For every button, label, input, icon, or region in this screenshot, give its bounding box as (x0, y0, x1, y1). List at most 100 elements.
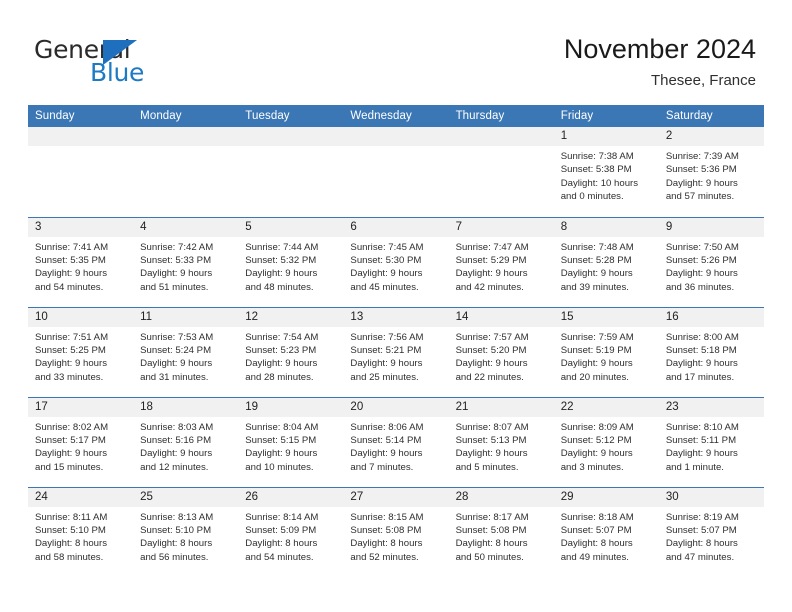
calendar-week-row: 3 Sunrise: 7:41 AM Sunset: 5:35 PM Daylight… (28, 216, 764, 307)
calendar-day-cell[interactable]: 18 Sunrise: 8:03 AM Sunset: 5:16 PM Dayligh… (133, 396, 239, 487)
day-cell-inner: 3 Sunrise: 7:41 AM Sunset: 5:35 PM Daylight… (28, 217, 134, 307)
sunrise-text: Sunrise: 8:04 AM (245, 421, 319, 433)
calendar-day-cell[interactable]: 14 Sunrise: 7:57 AM Sunset: 5:20 PM Dayligh… (448, 306, 554, 397)
day-number: 24 (28, 487, 134, 507)
sunrise-text: Sunrise: 7:47 AM (455, 241, 529, 253)
sunrise-text: Sunrise: 8:11 AM (35, 511, 108, 523)
calendar-day-cell[interactable]: 12 Sunrise: 7:54 AM Sunset: 5:23 PM Dayligh… (238, 306, 344, 397)
day-details: Sunrise: 8:13 AM Sunset: 5:10 PM Daylight:… (133, 507, 238, 565)
day-details: Sunrise: 7:56 AM Sunset: 5:21 PM Daylight:… (343, 327, 448, 385)
day-number: 28 (448, 487, 554, 507)
calendar-day-cell[interactable]: 5 Sunrise: 7:44 AM Sunset: 5:32 PM Daylight… (238, 216, 344, 307)
sunrise-text: Sunrise: 7:53 AM (140, 331, 214, 343)
calendar-day-cell[interactable]: 16 Sunrise: 8:00 AM Sunset: 5:18 PM Dayligh… (658, 306, 764, 397)
calendar-week-row: 10 Sunrise: 7:51 AM Sunset: 5:25 PM Dayligh… (28, 306, 764, 397)
day-details: Sunrise: 8:02 AM Sunset: 5:17 PM Daylight:… (28, 417, 133, 475)
sunrise-text: Sunrise: 7:50 AM (665, 241, 739, 253)
calendar-day-cell[interactable]: 22 Sunrise: 8:09 AM Sunset: 5:12 PM Dayligh… (553, 396, 659, 487)
calendar-day-cell[interactable]: 11 Sunrise: 7:53 AM Sunset: 5:24 PM Dayligh… (133, 306, 239, 397)
day-details: Sunrise: 7:57 AM Sunset: 5:20 PM Daylight:… (449, 327, 554, 385)
calendar-day-cell[interactable]: 26 Sunrise: 8:14 AM Sunset: 5:09 PM Dayligh… (238, 486, 344, 578)
calendar-day-cell[interactable]: 4 Sunrise: 7:42 AM Sunset: 5:33 PM Daylight… (133, 216, 239, 307)
daylight-text: Daylight: 8 hours (140, 538, 213, 550)
calendar-day-cell[interactable]: 10 Sunrise: 7:51 AM Sunset: 5:25 PM Dayligh… (28, 306, 134, 397)
sunset-text: Sunset: 5:29 PM (455, 254, 527, 266)
day-details: Sunrise: 8:07 AM Sunset: 5:13 PM Daylight:… (449, 417, 554, 475)
day-number: 2 (658, 127, 764, 146)
day-cell-inner (448, 127, 554, 217)
day-number: 27 (343, 487, 449, 507)
day-number: 11 (133, 307, 239, 327)
day-cell-inner: 26 Sunrise: 8:14 AM Sunset: 5:09 PM Dayligh… (238, 487, 344, 578)
day-cell-inner: 18 Sunrise: 8:03 AM Sunset: 5:16 PM Dayligh… (133, 397, 239, 487)
sunset-text: Sunset: 5:08 PM (350, 524, 422, 536)
day-details: Sunrise: 7:51 AM Sunset: 5:25 PM Daylight:… (28, 327, 133, 385)
daylight-text-cont: and 56 minutes. (140, 551, 209, 563)
calendar-week-row: 17 Sunrise: 8:02 AM Sunset: 5:17 PM Dayligh… (28, 396, 764, 487)
daylight-text-cont: and 47 minutes. (665, 551, 735, 563)
day-number (343, 127, 449, 146)
daylight-text-cont: and 12 minutes. (140, 461, 209, 473)
calendar-day-cell[interactable]: 7 Sunrise: 7:47 AM Sunset: 5:29 PM Daylight… (448, 216, 554, 307)
day-number: 13 (343, 307, 449, 327)
day-details: Sunrise: 7:53 AM Sunset: 5:24 PM Daylight:… (133, 327, 238, 385)
calendar-day-cell[interactable]: 24 Sunrise: 8:11 AM Sunset: 5:10 PM Dayligh… (28, 486, 134, 577)
calendar-day-cell[interactable]: 23 Sunrise: 8:10 AM Sunset: 5:11 PM Dayligh… (658, 396, 764, 487)
sunset-text: Sunset: 5:28 PM (560, 254, 632, 266)
calendar-day-cell[interactable]: 19 Sunrise: 8:04 AM Sunset: 5:15 PM Dayligh… (238, 396, 344, 487)
day-details: Sunrise: 8:09 AM Sunset: 5:12 PM Daylight:… (554, 417, 659, 475)
daylight-text: Daylight: 9 hours (350, 358, 423, 370)
calendar-day-cell[interactable]: 21 Sunrise: 8:07 AM Sunset: 5:13 PM Dayligh… (448, 396, 554, 487)
day-number: 19 (238, 397, 344, 417)
calendar-day-cell[interactable]: 15 Sunrise: 7:59 AM Sunset: 5:19 PM Dayligh… (553, 306, 659, 397)
sunset-text: Sunset: 5:07 PM (665, 524, 737, 536)
page-header: General Blue November 2024 Thesee, Franc… (0, 0, 792, 100)
day-cell-inner (133, 127, 239, 217)
daylight-text: Daylight: 10 hours (560, 177, 639, 189)
sunset-text: Sunset: 5:08 PM (455, 524, 527, 536)
calendar-day-cell[interactable]: 3 Sunrise: 7:41 AM Sunset: 5:35 PM Daylight… (28, 216, 134, 307)
daylight-text-cont: and 28 minutes. (245, 371, 314, 383)
calendar-day-cell[interactable]: 30 Sunrise: 8:19 AM Sunset: 5:07 PM Dayligh… (658, 486, 764, 577)
sunset-text: Sunset: 5:09 PM (245, 524, 317, 536)
day-cell-inner: 1 Sunrise: 7:38 AM Sunset: 5:38 PM Daylight… (553, 127, 659, 217)
calendar-day-cell[interactable]: 8 Sunrise: 7:48 AM Sunset: 5:28 PM Daylight… (553, 216, 659, 307)
sunrise-text: Sunrise: 7:57 AM (455, 331, 529, 343)
calendar-header-row: Sunday Monday Tuesday Wednesday Thursday… (28, 105, 764, 127)
brand-logo[interactable]: General Blue (34, 36, 214, 94)
calendar-day-cell[interactable]: 27 Sunrise: 8:15 AM Sunset: 5:08 PM Dayligh… (343, 486, 449, 577)
daylight-text-cont: and 42 minutes. (455, 281, 524, 293)
calendar-day-cell[interactable]: 13 Sunrise: 7:56 AM Sunset: 5:21 PM Dayligh… (343, 306, 449, 397)
day-cell-inner: 13 Sunrise: 7:56 AM Sunset: 5:21 PM Dayligh… (343, 307, 449, 397)
calendar-day-cell[interactable]: 28 Sunrise: 8:17 AM Sunset: 5:08 PM Dayligh… (448, 486, 554, 577)
calendar-day-cell[interactable]: 2 Sunrise: 7:39 AM Sunset: 5:36 PM Daylight… (658, 127, 764, 217)
calendar-day-cell[interactable]: 17 Sunrise: 8:02 AM Sunset: 5:17 PM Dayligh… (28, 396, 134, 487)
sunset-text: Sunset: 5:14 PM (350, 434, 422, 446)
day-cell-inner: 11 Sunrise: 7:53 AM Sunset: 5:24 PM Dayligh… (133, 307, 239, 397)
day-number: 30 (658, 487, 764, 507)
day-cell-inner: 6 Sunrise: 7:45 AM Sunset: 5:30 PM Daylight… (343, 217, 449, 307)
page-title: November 2024 (563, 34, 756, 64)
calendar-day-cell[interactable]: 25 Sunrise: 8:13 AM Sunset: 5:10 PM Dayligh… (133, 486, 239, 577)
day-details: Sunrise: 8:15 AM Sunset: 5:08 PM Daylight:… (343, 507, 448, 565)
calendar-day-cell[interactable]: 6 Sunrise: 7:45 AM Sunset: 5:30 PM Daylight… (343, 216, 449, 307)
day-number (448, 127, 554, 146)
sunset-text: Sunset: 5:33 PM (140, 254, 212, 266)
calendar-day-cell[interactable]: 1 Sunrise: 7:38 AM Sunset: 5:38 PM Daylight… (553, 127, 659, 217)
daylight-text: Daylight: 9 hours (245, 268, 318, 280)
day-number: 23 (658, 397, 764, 417)
weekday-header-wednesday: Wednesday (343, 105, 449, 127)
day-details: Sunrise: 8:19 AM Sunset: 5:07 PM Daylight:… (659, 507, 764, 565)
calendar-day-cell[interactable]: 20 Sunrise: 8:06 AM Sunset: 5:14 PM Dayligh… (343, 396, 449, 487)
calendar-day-cell[interactable]: 9 Sunrise: 7:50 AM Sunset: 5:26 PM Daylight… (658, 216, 764, 307)
daylight-text-cont: and 22 minutes. (455, 371, 524, 383)
daylight-text: Daylight: 9 hours (560, 448, 633, 460)
daylight-text-cont: and 58 minutes. (35, 551, 104, 563)
sunset-text: Sunset: 5:12 PM (560, 434, 632, 446)
sunrise-text: Sunrise: 7:39 AM (665, 151, 739, 162)
sunrise-text: Sunrise: 8:02 AM (35, 421, 109, 433)
sunset-text: Sunset: 5:36 PM (665, 164, 737, 176)
calendar-day-cell[interactable]: 29 Sunrise: 8:18 AM Sunset: 5:07 PM Dayligh… (553, 486, 659, 577)
calendar-week-row: 24 Sunrise: 8:11 AM Sunset: 5:10 PM Dayligh… (28, 486, 764, 578)
day-cell-inner: 12 Sunrise: 7:54 AM Sunset: 5:23 PM Dayligh… (238, 307, 344, 397)
